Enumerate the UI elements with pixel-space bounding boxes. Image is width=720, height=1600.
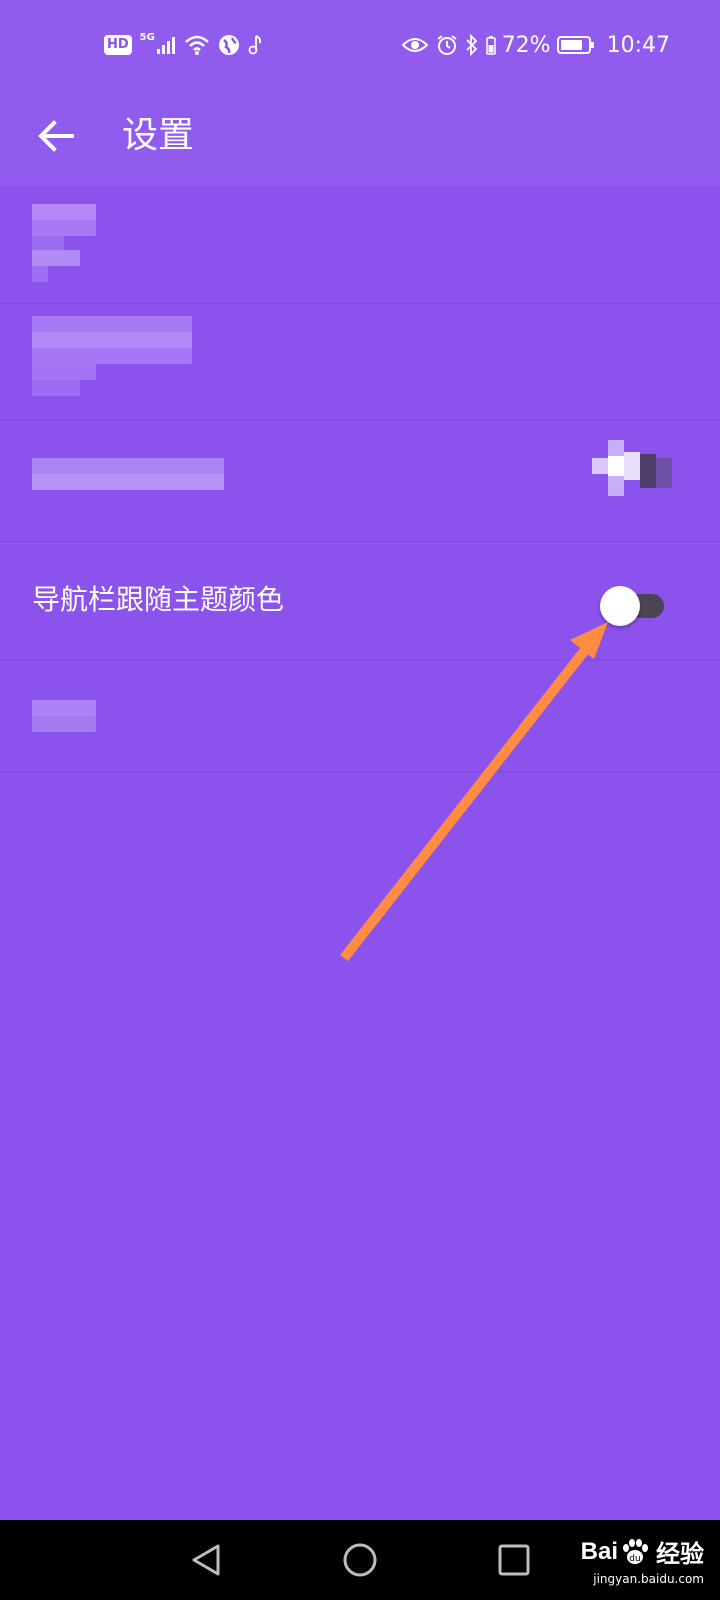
redacted-text bbox=[32, 700, 96, 732]
redacted-text bbox=[32, 458, 224, 490]
toggle-thumb bbox=[600, 586, 640, 626]
globe-icon bbox=[218, 35, 239, 55]
status-right: 72% 10:47 bbox=[401, 30, 670, 60]
battery-percent: 72% bbox=[501, 32, 551, 58]
toolbar: 设置 bbox=[0, 90, 720, 186]
redacted-text bbox=[32, 204, 96, 282]
settings-row-1[interactable] bbox=[0, 186, 720, 304]
back-button[interactable] bbox=[28, 106, 88, 166]
redacted-text bbox=[32, 316, 192, 396]
signal-icon bbox=[156, 37, 175, 54]
settings-row-2[interactable] bbox=[0, 304, 720, 420]
status-bar: HD 5G 72% 10:47 bbox=[0, 0, 720, 90]
bluetooth-icon bbox=[466, 34, 477, 56]
system-nav-bar: Bai du 经验 jingyan.baidu.com bbox=[0, 1520, 720, 1600]
redacted-value bbox=[592, 440, 672, 496]
alarm-icon bbox=[437, 35, 457, 55]
watermark-brand: Bai bbox=[580, 1537, 618, 1565]
settings-row-5[interactable] bbox=[0, 660, 720, 772]
watermark-url: jingyan.baidu.com bbox=[593, 1572, 704, 1586]
settings-list: 导航栏跟随主题颜色 bbox=[0, 186, 720, 772]
baidu-jingyan-watermark: Bai du 经验 bbox=[581, 1534, 704, 1569]
clock: 10:47 bbox=[606, 32, 670, 58]
eye-icon bbox=[401, 38, 428, 52]
row-label: 导航栏跟随主题颜色 bbox=[32, 583, 285, 616]
nav-recents-icon[interactable] bbox=[494, 1540, 534, 1580]
svg-text:du: du bbox=[629, 1554, 640, 1564]
settings-row-3[interactable] bbox=[0, 420, 720, 542]
back-arrow-icon bbox=[38, 120, 74, 152]
status-left: HD 5G bbox=[104, 30, 272, 60]
nav-home-icon[interactable] bbox=[340, 1540, 380, 1580]
settings-screen: HD 5G 72% 10:47 设置 导航栏跟随主题颜色 Bai du 经验 j… bbox=[0, 0, 720, 1600]
music-note-icon bbox=[248, 35, 261, 55]
nav-bar-theme-toggle[interactable] bbox=[600, 586, 666, 626]
paw-icon: du bbox=[623, 1538, 648, 1564]
network-type: 5G bbox=[139, 31, 155, 43]
app-header: HD 5G 72% 10:47 设置 bbox=[0, 0, 720, 186]
page-title: 设置 bbox=[122, 115, 195, 156]
nav-back-icon[interactable] bbox=[186, 1540, 226, 1580]
hd-badge: HD bbox=[104, 35, 132, 55]
wifi-icon bbox=[185, 35, 209, 55]
battery-icon bbox=[556, 36, 594, 54]
settings-row-nav-bar-theme[interactable]: 导航栏跟随主题颜色 bbox=[0, 542, 720, 660]
watermark-suffix: 经验 bbox=[656, 1540, 704, 1568]
battery-saver-icon bbox=[485, 36, 496, 55]
